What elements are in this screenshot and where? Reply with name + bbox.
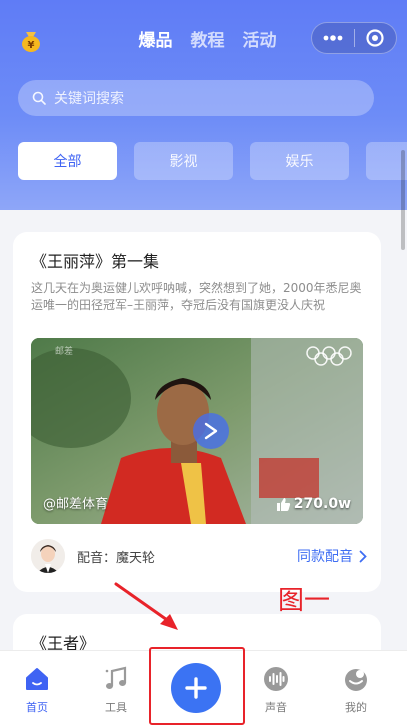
annotation-arrow-icon: [114, 582, 178, 630]
dub-row: 配音：魔天轮 同款配音: [31, 538, 367, 574]
svg-text:邮差: 邮差: [55, 345, 73, 357]
category-entertainment[interactable]: 娱乐: [250, 142, 349, 180]
nav-tools-label: 工具: [105, 701, 127, 714]
search-icon: [32, 91, 46, 105]
sound-wave-icon: [261, 665, 291, 693]
video-thumbnail[interactable]: 邮差 @邮差体育 270.0w: [31, 338, 363, 524]
play-icon: [204, 422, 218, 440]
category-chips: 全部 影视 娱乐: [18, 142, 407, 180]
video-likes-count: 270.0w: [293, 496, 351, 512]
nav-mine-label: 我的: [345, 701, 367, 714]
nav-tools[interactable]: 工具: [86, 665, 146, 721]
category-film[interactable]: 影视: [134, 142, 233, 180]
header-banner: ¥ 爆品 教程 活动 关键词搜索 全部 影视 娱乐: [0, 0, 407, 210]
olympic-rings-icon: [306, 346, 352, 366]
video-card[interactable]: 《王丽萍》第一集 这几天在为奥运健儿欢呼呐喊，突然想到了她，2000年悉尼奥运唯…: [13, 232, 381, 592]
same-dub-link[interactable]: 同款配音: [297, 546, 367, 566]
annotation-highlight-box: [149, 647, 245, 725]
video-likes: 270.0w: [276, 496, 351, 512]
annotation-label: 图一: [278, 586, 331, 616]
miniprogram-capsule: [311, 22, 397, 54]
tab-tutorial[interactable]: 教程: [191, 28, 225, 54]
search-bar[interactable]: 关键词搜索: [18, 80, 374, 116]
dubber-label: 配音：魔天轮: [77, 550, 156, 566]
nav-mine[interactable]: 我的: [326, 665, 386, 721]
thumbs-up-icon: [276, 497, 290, 511]
search-placeholder: 关键词搜索: [54, 91, 124, 107]
nav-home-label: 首页: [26, 701, 48, 714]
card-title: 《王丽萍》第一集: [31, 252, 160, 271]
home-icon: [22, 665, 52, 693]
play-button[interactable]: [193, 413, 229, 449]
tab-hot[interactable]: 爆品: [139, 28, 173, 54]
card-description: 这几天在为奥运健儿欢呼呐喊，突然想到了她，2000年悉尼奥运唯一的田径冠军–王丽…: [31, 281, 362, 312]
category-all[interactable]: 全部: [18, 142, 117, 180]
profile-icon: [341, 665, 371, 693]
music-note-icon: [101, 665, 131, 693]
video-author: @邮差体育: [43, 497, 109, 512]
nav-voice-label: 声音: [265, 701, 287, 714]
chevron-right-icon: [359, 550, 367, 562]
nav-home[interactable]: 首页: [7, 665, 67, 721]
more-dots-icon[interactable]: [312, 23, 354, 53]
tab-activity[interactable]: 活动: [243, 28, 277, 54]
scrollbar[interactable]: [401, 150, 405, 250]
target-icon[interactable]: [355, 23, 396, 53]
avatar[interactable]: [31, 539, 65, 573]
same-dub-label: 同款配音: [297, 549, 353, 565]
nav-voice[interactable]: 声音: [246, 665, 306, 721]
